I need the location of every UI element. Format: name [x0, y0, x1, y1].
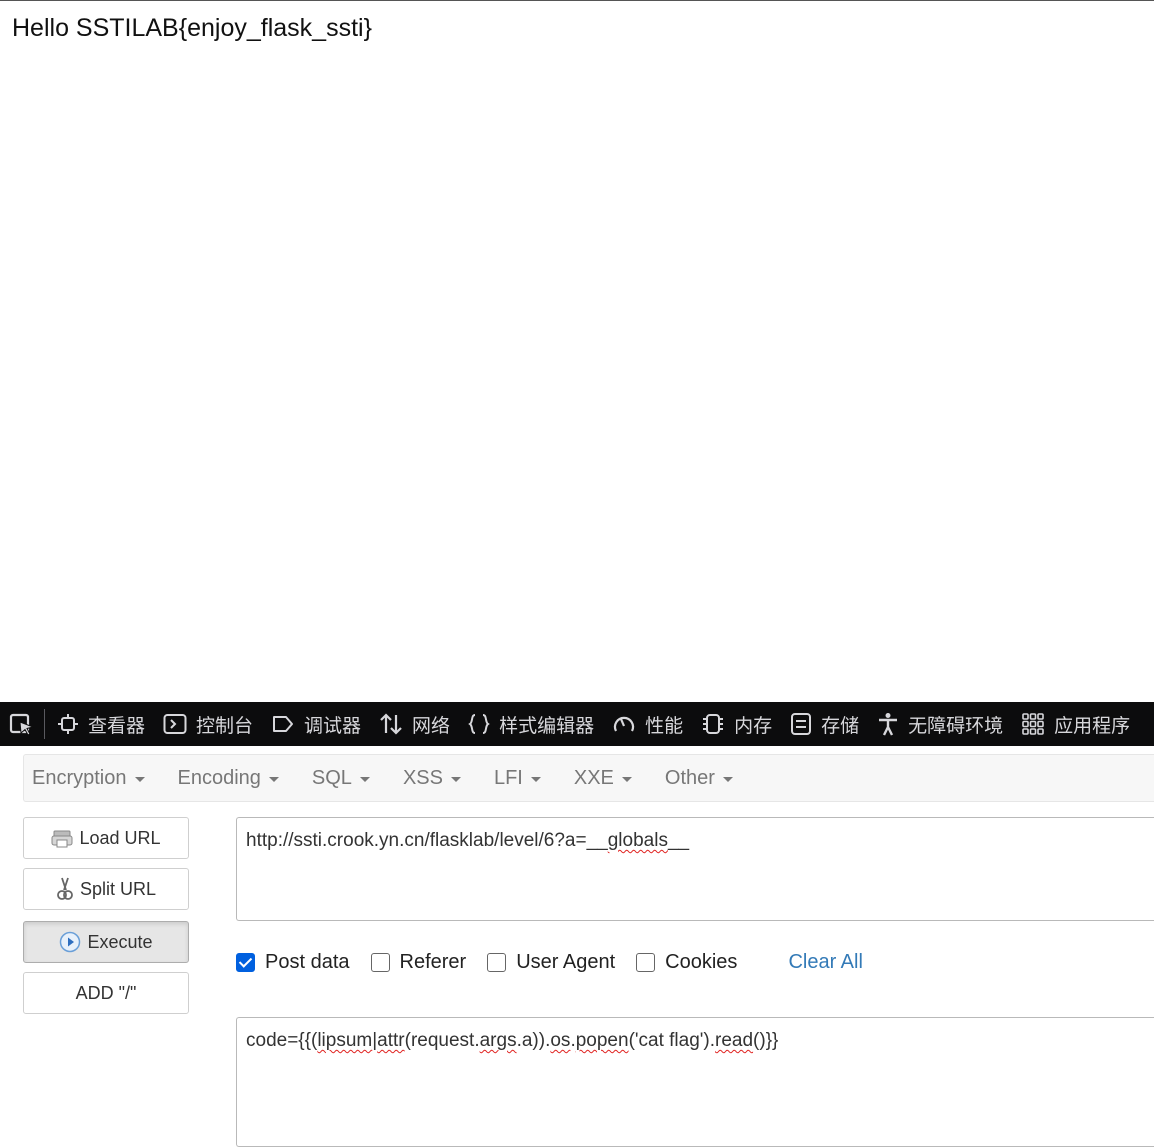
menu-label: Encryption: [32, 766, 127, 789]
checkbox-unchecked-icon[interactable]: [370, 952, 390, 972]
memory-icon: [703, 714, 724, 734]
menu-label: Encoding: [177, 766, 261, 789]
url-text-suffix: __: [667, 830, 690, 851]
caret-down-icon: [268, 776, 279, 782]
caret-down-icon: [530, 776, 541, 782]
menu-label: LFI: [493, 766, 523, 789]
tab-accessibility[interactable]: 无障碍环境: [871, 702, 1015, 746]
tab-label: 性能: [645, 714, 684, 737]
tab-application[interactable]: 应用程序: [1015, 702, 1142, 746]
cookies-checkbox[interactable]: Cookies: [636, 951, 737, 974]
caret-down-icon: [134, 776, 145, 782]
menu-encryption[interactable]: Encryption: [24, 767, 159, 790]
menu-label: Other: [664, 766, 715, 789]
menu-encoding[interactable]: Encoding: [170, 767, 293, 790]
checkbox-unchecked-icon[interactable]: [487, 952, 507, 972]
console-icon: [163, 714, 187, 734]
post-text-segment: ('cat flag').: [628, 1030, 716, 1051]
url-text-prefix: http://ssti.crook.yn.cn/flasklab/level/6…: [246, 830, 608, 851]
url-text-spellcheck: globals: [607, 830, 668, 851]
button-label: Load URL: [79, 827, 161, 848]
post-text-spellcheck: read: [715, 1030, 754, 1051]
tab-memory[interactable]: 内存: [695, 702, 784, 746]
hackbar-menu: Encryption Encoding SQL XSS LFI XXE Othe…: [23, 754, 1154, 802]
tab-style-editor[interactable]: 样式编辑器: [462, 702, 606, 746]
post-text-segment: (request.: [404, 1030, 480, 1051]
add-slash-button[interactable]: ADD "/": [23, 972, 189, 1014]
tab-label: 内存: [734, 714, 773, 737]
menu-sql[interactable]: SQL: [304, 767, 384, 790]
tab-label: 样式编辑器: [499, 714, 595, 737]
button-label: ADD "/": [75, 982, 137, 1003]
tab-network[interactable]: 网络: [373, 702, 462, 746]
tab-inspector[interactable]: 查看器: [51, 702, 157, 746]
post-text-spellcheck: os: [550, 1030, 571, 1051]
menu-other[interactable]: Other: [657, 767, 747, 790]
toolbar-separator: [44, 709, 45, 739]
checkbox-checked-icon[interactable]: [236, 952, 255, 972]
url-input[interactable]: http://ssti.crook.yn.cn/flasklab/level/6…: [236, 817, 1154, 921]
checkbox-label: Cookies: [665, 950, 738, 973]
caret-down-icon: [722, 776, 733, 782]
tab-debugger[interactable]: 调试器: [265, 702, 373, 746]
load-url-button[interactable]: Load URL: [23, 817, 189, 859]
caret-down-icon: [359, 776, 370, 782]
menu-label: XSS: [402, 766, 443, 789]
post-data-checkbox[interactable]: Post data: [236, 951, 350, 974]
inspector-icon: [58, 714, 78, 734]
checkbox-unchecked-icon[interactable]: [636, 952, 656, 972]
post-text-segment: ()}}: [753, 1030, 779, 1051]
performance-icon: [614, 716, 635, 732]
devtools-toolbar: 查看器 控制台 调试器 网络 样式编辑器 性能 内存 存储 无障碍环境 应用程序: [0, 702, 1154, 746]
storage-icon: [791, 713, 812, 735]
tab-performance[interactable]: 性能: [606, 702, 695, 746]
post-text-spellcheck: popen: [575, 1030, 629, 1051]
post-text-segment: .a)).: [516, 1030, 551, 1051]
checkbox-label: Post data: [265, 950, 350, 973]
scissors-icon: [57, 877, 73, 900]
checkbox-label: User Agent: [516, 950, 616, 973]
caret-down-icon: [621, 776, 632, 782]
button-label: Execute: [87, 931, 153, 952]
post-text-spellcheck: attr: [377, 1030, 405, 1051]
network-icon: [380, 713, 402, 735]
checkbox-label: Referer: [399, 950, 467, 973]
tab-label: 网络: [412, 714, 451, 737]
split-url-button[interactable]: Split URL: [23, 868, 189, 910]
element-picker-icon: [9, 713, 35, 735]
referer-checkbox[interactable]: Referer: [370, 950, 467, 974]
menu-lfi[interactable]: LFI: [486, 767, 555, 790]
request-options: Post data Referer User Agent Cookies Cle…: [236, 946, 863, 978]
tab-label: 调试器: [304, 714, 362, 737]
debugger-icon: [273, 716, 294, 732]
menu-label: XXE: [573, 766, 614, 789]
execute-button[interactable]: Execute: [23, 921, 189, 963]
window-top-border: [0, 0, 1154, 1]
tab-label: 控制台: [196, 714, 254, 737]
post-data-input[interactable]: code={{(lipsum|attr(request.args.a)).os.…: [236, 1017, 1154, 1147]
button-label: Split URL: [79, 878, 157, 899]
application-icon: [1022, 713, 1044, 735]
play-icon: [60, 931, 81, 953]
clear-all-link[interactable]: Clear All: [788, 951, 862, 974]
user-agent-checkbox[interactable]: User Agent: [487, 951, 615, 974]
menu-xxe[interactable]: XXE: [566, 767, 646, 790]
tab-label: 应用程序: [1054, 714, 1131, 737]
post-text-spellcheck: lipsum: [317, 1030, 373, 1051]
menu-label: SQL: [311, 766, 352, 789]
style-editor-icon: [468, 714, 490, 734]
load-url-icon: [51, 830, 73, 848]
tab-storage[interactable]: 存储: [784, 702, 871, 746]
tab-label: 查看器: [88, 714, 146, 737]
tab-console[interactable]: 控制台: [157, 702, 265, 746]
post-text-segment: code={{(: [246, 1030, 318, 1051]
element-picker-button[interactable]: [0, 702, 44, 746]
tab-label: 存储: [821, 714, 860, 737]
menu-xss[interactable]: XSS: [395, 767, 475, 790]
post-text-spellcheck: args: [479, 1030, 517, 1051]
accessibility-icon: [879, 713, 898, 736]
tab-label: 无障碍环境: [908, 714, 1004, 737]
caret-down-icon: [450, 776, 461, 782]
page-output-text: Hello SSTILAB{enjoy_flask_ssti}: [12, 14, 372, 42]
